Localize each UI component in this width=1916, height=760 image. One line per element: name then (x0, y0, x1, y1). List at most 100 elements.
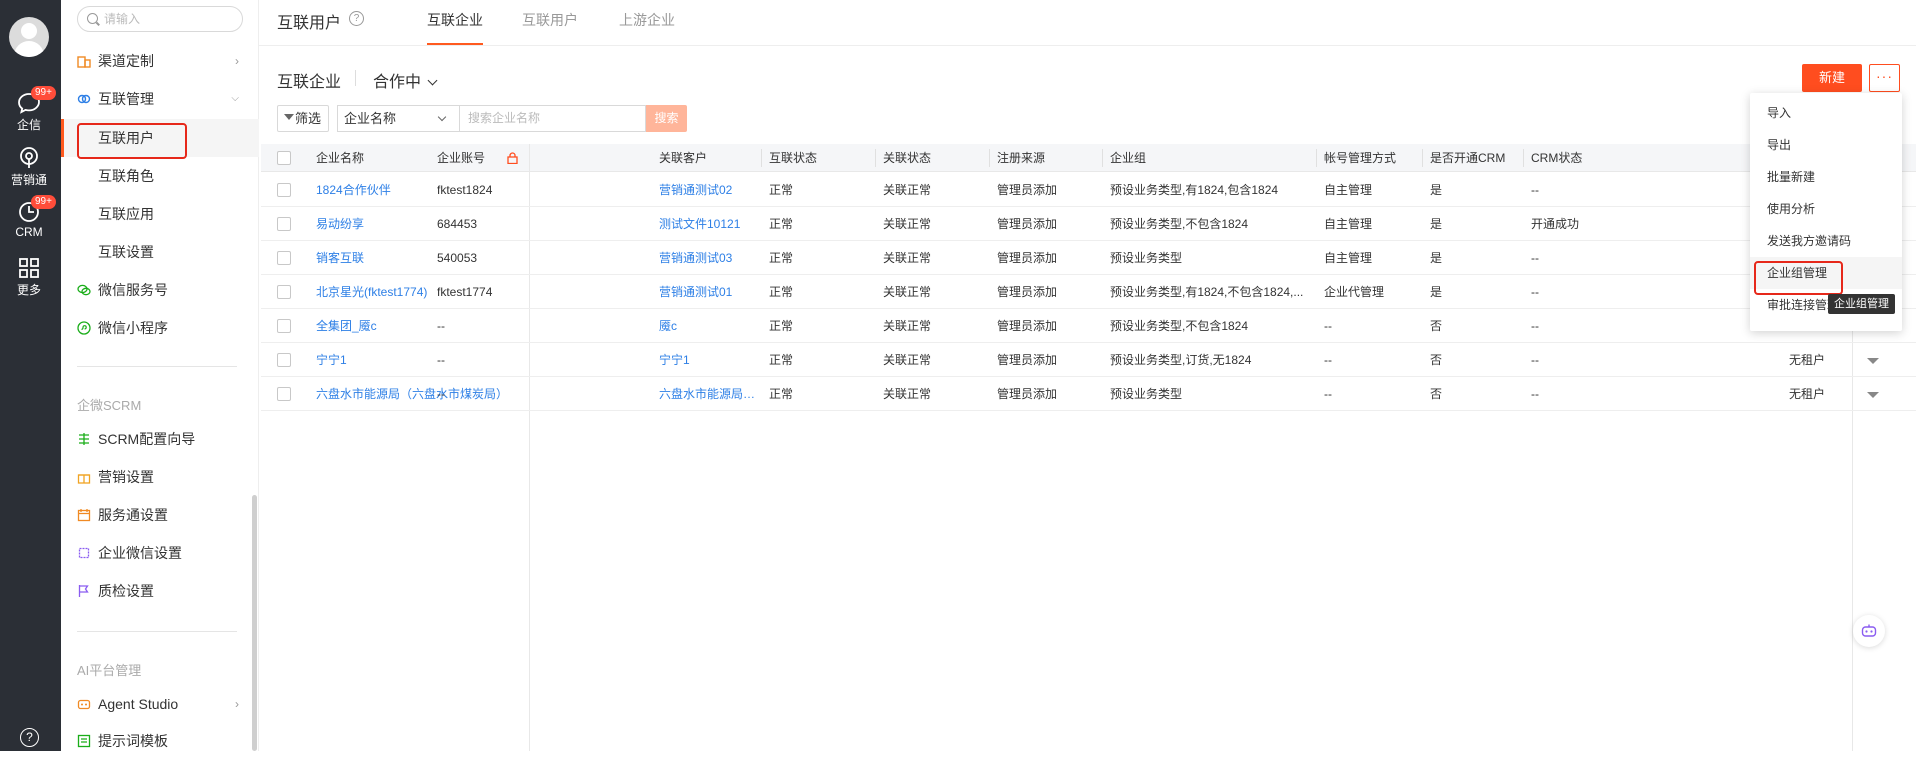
column-header[interactable]: 企业账号 (429, 144, 485, 172)
row-checkbox[interactable] (277, 285, 291, 299)
search-button[interactable]: 搜索 (646, 105, 687, 132)
menu-item-batch-create[interactable]: 批量新建 (1750, 161, 1902, 193)
table-cell: 预设业务类型 (1110, 251, 1183, 265)
chevron-down-icon: ⌵ (231, 93, 239, 104)
customer-link[interactable]: 六盘水市能源局（六盘水... (651, 377, 759, 411)
tab-upstream-companies[interactable]: 上游企业 (619, 10, 675, 30)
table-row[interactable]: 全集团_魇c -- 魇c 正常 关联正常 管理员添加 预设业务类型,不包含1824 -- 否 -- (261, 309, 1916, 343)
gift-icon (77, 474, 91, 484)
column-header[interactable]: 关联客户 (651, 144, 707, 172)
table-row[interactable]: 宁宁1 -- 宁宁1 正常 关联正常 管理员添加 预设业务类型,订货,无1824 -- 否 -- 无… (261, 343, 1916, 377)
row-checkbox[interactable] (277, 387, 291, 401)
assistant-bot-button[interactable] (1853, 615, 1885, 647)
sidebar-subitem-settings[interactable]: 互联设置 (98, 233, 154, 271)
sidebar-subitem-apps[interactable]: 互联应用 (98, 195, 154, 233)
status-select[interactable]: 合作中 (373, 68, 438, 92)
sidebar-item-channel[interactable]: 渠道定制 › (77, 42, 247, 80)
table-row[interactable]: 北京星光(fktest1774) fktest1774 营销通测试01 正常 关联正常管… (261, 275, 1916, 309)
row-action-dropdown-icon[interactable] (1867, 358, 1879, 364)
filter-button[interactable]: 筛选 (277, 105, 329, 132)
row-checkbox[interactable] (277, 251, 291, 265)
rail-label: 更多 (16, 283, 41, 297)
more-button[interactable]: ··· (1869, 64, 1900, 92)
sidebar-item-wecom-settings[interactable]: 企业微信设置 (77, 534, 247, 572)
active-tab-indicator (427, 43, 483, 45)
column-separator[interactable] (989, 149, 990, 167)
table-row[interactable]: 销客互联 540053 营销通测试03 正常 关联正常 管理员添加 预设业务类型 自主管理是 -… (261, 241, 1916, 275)
column-separator[interactable] (1422, 149, 1423, 167)
search-field-select[interactable]: 企业名称 (337, 105, 459, 132)
table-cell: 关联正常 (883, 387, 932, 401)
sidebar-divider (77, 366, 237, 367)
row-checkbox[interactable] (277, 217, 291, 231)
rail-item-qixin[interactable]: 99+ 企信 (0, 86, 58, 133)
tab-interconnect-companies[interactable]: 互联企业 (427, 10, 483, 30)
table-cell: -- (1324, 387, 1332, 401)
column-header[interactable]: 是否开通CRM (1422, 144, 1505, 172)
sidebar-item-label: SCRM配置向导 (98, 431, 196, 447)
row-checkbox[interactable] (277, 319, 291, 333)
customer-link[interactable]: 营销通测试01 (651, 275, 759, 309)
column-separator[interactable] (875, 149, 876, 167)
column-header[interactable]: 关联状态 (875, 144, 931, 172)
customer-link[interactable]: 魇c (651, 309, 759, 343)
column-separator[interactable] (1316, 149, 1317, 167)
column-separator[interactable] (1102, 149, 1103, 167)
sidebar-item-scrm-guide[interactable]: SCRM配置向导 (77, 420, 247, 458)
column-separator[interactable] (1523, 149, 1524, 167)
customer-link[interactable]: 营销通测试02 (651, 173, 759, 207)
menu-item-import[interactable]: 导入 (1750, 97, 1902, 129)
table-cell: 是 (1430, 217, 1443, 231)
tab-interconnect-users[interactable]: 互联用户 (522, 10, 578, 30)
row-checkbox[interactable] (277, 183, 291, 197)
building-icon (77, 56, 91, 68)
column-header[interactable]: CRM状态 (1523, 144, 1582, 172)
column-header[interactable]: 企业名称 (308, 144, 364, 172)
sidebar-item-wechat-service[interactable]: 微信服务号 (77, 271, 247, 309)
sidebar-item-miniprogram[interactable]: 微信小程序 (77, 309, 247, 347)
question-icon[interactable]: ? (349, 11, 364, 26)
help-icon[interactable]: ? (20, 728, 39, 747)
sidebar-scrollbar[interactable] (252, 495, 257, 751)
table-row[interactable]: 六盘水市能源局（六盘水市煤炭局）--六盘水市能源局（六盘水...正常关联正常管理… (261, 377, 1916, 411)
column-header[interactable]: 企业组 (1102, 144, 1146, 172)
row-action-dropdown-icon[interactable] (1867, 392, 1879, 398)
menu-item-usage-analysis[interactable]: 使用分析 (1750, 193, 1902, 225)
rail-item-crm[interactable]: 99+ CRM (0, 195, 58, 239)
rail-item-yingxiaotong[interactable]: 营销通 (0, 147, 58, 188)
column-header[interactable]: 互联状态 (761, 144, 817, 172)
table-row[interactable]: 易动纷享 684453 测试文件10121 正常 关联正常 管理员添加 预设业务类型,不包含… (261, 207, 1916, 241)
sidebar-subitem-roles[interactable]: 互联角色 (98, 157, 154, 195)
customer-link[interactable]: 宁宁1 (651, 343, 759, 377)
rail-item-more[interactable]: 更多 (0, 257, 58, 298)
avatar[interactable] (9, 17, 49, 57)
sidebar-item-marketing-settings[interactable]: 营销设置 (77, 458, 247, 496)
customer-link[interactable]: 营销通测试03 (651, 241, 759, 275)
sidebar-item-qa-settings[interactable]: 质检设置 (77, 572, 247, 610)
column-header[interactable]: 注册来源 (989, 144, 1045, 172)
table-row[interactable]: 1824合作伙伴 fktest1824 营销通测试02 正常 关联正常 管理员添加 预设业务… (261, 173, 1916, 207)
sidebar-item-agent-studio[interactable]: Agent Studio › (77, 685, 247, 723)
row-checkbox[interactable] (277, 353, 291, 367)
table-cell: -- (1324, 319, 1332, 333)
sidebar-item-label: 质检设置 (98, 583, 154, 599)
sidebar-search-input[interactable]: 请输入 (77, 6, 243, 32)
customer-link[interactable]: 测试文件10121 (651, 207, 759, 241)
sidebar-item-interconnect[interactable]: 互联管理 ⌵ (77, 80, 247, 118)
menu-item-export[interactable]: 导出 (1750, 129, 1902, 161)
sidebar-item-label: 服务通设置 (98, 507, 168, 523)
table-cell: 预设业务类型,有1824,不包含1824,... (1110, 285, 1304, 299)
sidebar-item-service-settings[interactable]: 服务通设置 (77, 496, 247, 534)
calendar-icon (77, 509, 91, 522)
column-separator[interactable] (761, 149, 762, 167)
chip-icon (78, 547, 90, 559)
select-all-checkbox[interactable] (277, 151, 291, 165)
menu-item-send-invite-code[interactable]: 发送我方邀请码 (1750, 225, 1902, 257)
new-button[interactable]: 新建 (1802, 64, 1862, 92)
sidebar-item-prompt-template[interactable]: 提示词模板 (77, 722, 247, 760)
column-header[interactable]: 帐号管理方式 (1316, 144, 1396, 172)
company-search-input[interactable]: 搜索企业名称 (459, 105, 646, 132)
tooltip: 企业组管理 (1828, 294, 1895, 314)
table-cell: 管理员添加 (997, 353, 1058, 367)
lock-icon[interactable] (507, 152, 518, 164)
